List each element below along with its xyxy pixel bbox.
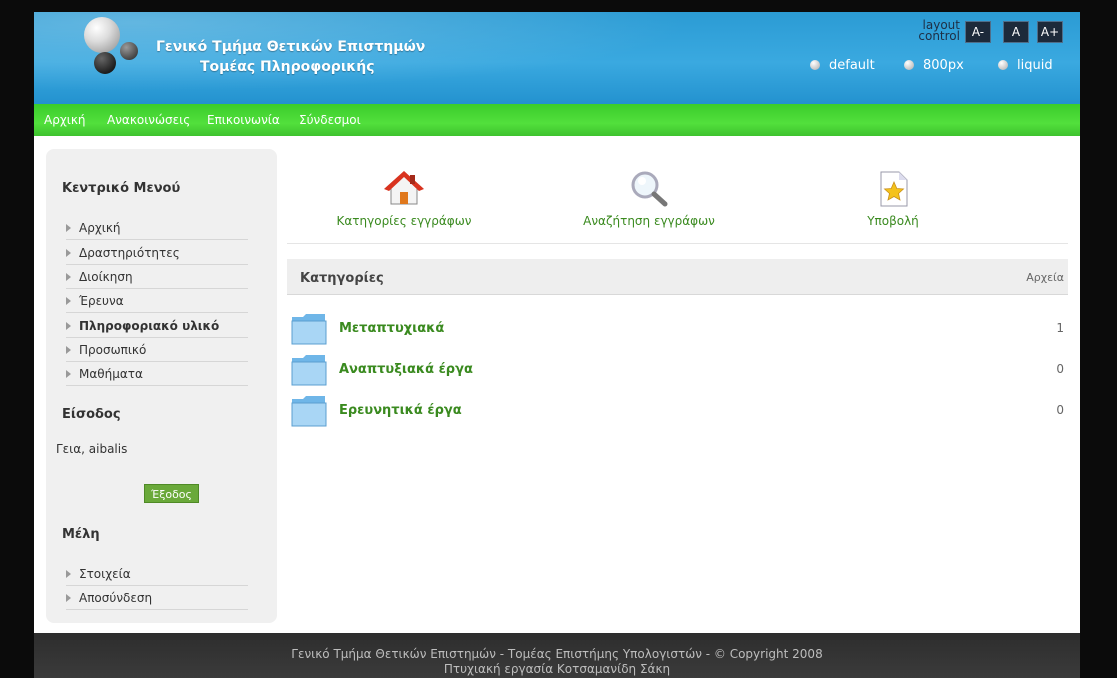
category-link[interactable]: Μεταπτυχιακά [339, 321, 444, 336]
footer: Γενικό Τμήμα Θετικών Επιστημών - Τομέας … [34, 633, 1080, 678]
folder-icon [291, 314, 327, 345]
sidebar-item-courses[interactable]: Μαθήματα [66, 362, 248, 386]
bullet-arrow-icon [66, 370, 71, 378]
logo-ball-small [120, 42, 138, 60]
home-icon [384, 171, 424, 205]
sidebar-item-information-material[interactable]: Πληροφοριακό υλικό [66, 314, 248, 338]
icon-label-document-search: Αναζήτηση εγγράφων [583, 214, 715, 228]
folder-icon [291, 355, 327, 386]
site-title-line1: Γενικό Τμήμα Θετικών Επιστημών [156, 39, 426, 55]
icon-link-submit[interactable]: Υποβολή [813, 170, 973, 232]
layout-control-label: layout control [918, 18, 960, 43]
icon-label-document-categories: Κατηγορίες εγγράφων [336, 214, 472, 228]
bullet-arrow-icon [66, 594, 71, 602]
bullet-arrow-icon [66, 249, 71, 257]
layout-option-liquid[interactable]: liquid [998, 58, 1053, 73]
folder-icon [291, 396, 327, 427]
file-count: 1 [1056, 321, 1064, 335]
radio-dot-icon [904, 60, 914, 70]
icon-link-document-search[interactable]: Αναζήτηση εγγράφων [569, 170, 729, 232]
sidebar-item-activities[interactable]: Δραστηριότητες [66, 241, 248, 265]
layout-option-default[interactable]: default [810, 58, 875, 73]
sidebar-members-heading: Μέλη [62, 527, 100, 542]
radio-dot-icon [998, 60, 1008, 70]
sidebar-item-administration[interactable]: Διοίκηση [66, 265, 248, 289]
radio-dot-icon [810, 60, 820, 70]
list-item: Μεταπτυχιακά 1 [291, 311, 1066, 347]
categories-header: Κατηγορίες Αρχεία [287, 259, 1068, 295]
nav-item-announcements[interactable]: Ανακοινώσεις [107, 113, 190, 127]
categories-title: Κατηγορίες [300, 271, 384, 286]
sidebar: Κεντρικό Μενού Αρχική Δραστηριότητες Διο… [46, 149, 277, 623]
search-icon [631, 171, 668, 207]
list-item: Αναπτυξιακά έργα 0 [291, 352, 1066, 388]
sidebar-login-heading: Είσοδος [62, 407, 121, 422]
top-nav: Αρχική Ανακοινώσεις Επικοινωνία Σύνδεσμο… [34, 104, 1080, 136]
files-column-label: Αρχεία [1026, 271, 1064, 284]
file-count: 0 [1056, 362, 1064, 376]
bullet-arrow-icon [66, 570, 71, 578]
footer-copyright: Γενικό Τμήμα Θετικών Επιστημών - Τομέας … [291, 647, 823, 661]
category-link[interactable]: Αναπτυξιακά έργα [339, 362, 473, 377]
sidebar-item-details[interactable]: Στοιχεία [66, 562, 248, 586]
logo-ball-dark [94, 52, 116, 74]
footer-credit: Πτυχιακή εργασία Κοτσαμανίδη Σάκη [443, 662, 671, 676]
font-decrease-button[interactable]: A- [965, 21, 991, 43]
nav-item-home[interactable]: Αρχική [44, 113, 86, 127]
sidebar-item-disconnect[interactable]: Αποσύνδεση [66, 586, 248, 610]
divider [287, 243, 1068, 244]
font-normal-button[interactable]: A [1003, 21, 1029, 43]
layout-option-800px[interactable]: 800px [904, 58, 964, 73]
sidebar-item-home[interactable]: Αρχική [66, 216, 248, 240]
site-title[interactable]: Γενικό Τμήμα Θετικών Επιστημών Τομέας Πλ… [156, 37, 425, 77]
bullet-arrow-icon [66, 224, 71, 232]
bullet-arrow-icon [66, 273, 71, 281]
page: Γενικό Τμήμα Θετικών Επιστημών Τομέας Πλ… [34, 12, 1080, 678]
category-link[interactable]: Ερευνητικά έργα [339, 403, 462, 418]
header: Γενικό Τμήμα Θετικών Επιστημών Τομέας Πλ… [34, 12, 1080, 104]
bullet-arrow-icon [66, 346, 71, 354]
font-increase-button[interactable]: A+ [1037, 21, 1063, 43]
logo-ball-large [84, 17, 120, 53]
logout-button[interactable]: Έξοδος [144, 484, 199, 503]
sidebar-menu-heading: Κεντρικό Μενού [62, 181, 181, 196]
bullet-arrow-icon [66, 297, 71, 305]
bullet-arrow-icon [66, 322, 71, 330]
icon-label-submit: Υποβολή [867, 214, 919, 228]
document-star-icon [880, 171, 908, 207]
sidebar-item-staff[interactable]: Προσωπικό [66, 338, 248, 362]
nav-item-links[interactable]: Σύνδεσμοι [299, 113, 361, 127]
sidebar-item-research[interactable]: Έρευνα [66, 289, 248, 313]
list-item: Ερευνητικά έργα 0 [291, 393, 1066, 429]
icon-link-document-categories[interactable]: Κατηγορίες εγγράφων [324, 170, 484, 232]
file-count: 0 [1056, 403, 1064, 417]
site-title-line2: Τομέας Πληροφορικής [200, 59, 375, 75]
nav-item-contact[interactable]: Επικοινωνία [207, 113, 280, 127]
greeting-text: Γεια, aibalis [56, 442, 128, 456]
